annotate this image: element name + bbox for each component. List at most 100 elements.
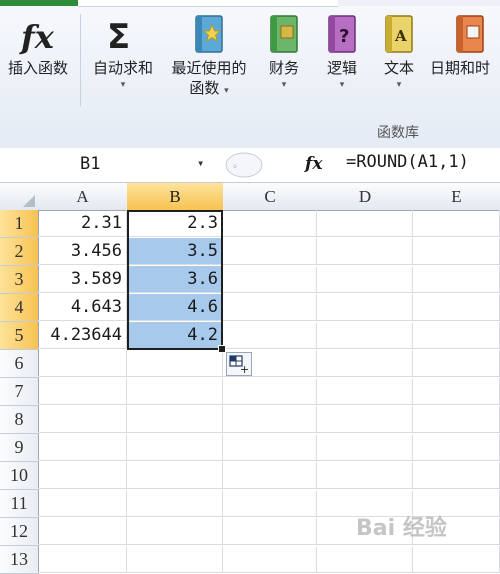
cell-b5[interactable]: 4.2	[127, 322, 223, 349]
cell-e10[interactable]	[413, 462, 500, 489]
file-tab[interactable]	[0, 0, 78, 6]
column-header-e[interactable]: E	[413, 183, 500, 211]
chevron-down-icon: ▾	[120, 80, 126, 90]
column-header-c[interactable]: C	[223, 183, 318, 211]
cell-c12[interactable]	[223, 518, 317, 545]
cell-b12[interactable]	[127, 518, 223, 545]
cell-e13[interactable]	[413, 546, 500, 573]
cell-d8[interactable]	[317, 406, 413, 433]
cell-c9[interactable]	[223, 434, 317, 461]
date-time-functions-button[interactable]: 日期和时	[430, 10, 500, 78]
cell-b8[interactable]	[127, 406, 223, 433]
autosum-button[interactable]: Σ 自动求和 ▾	[84, 10, 162, 92]
cell-d4[interactable]	[317, 294, 413, 321]
cell-e4[interactable]	[413, 294, 500, 321]
column-header-d[interactable]: D	[317, 183, 414, 211]
cell-d13[interactable]	[317, 546, 413, 573]
cell-d1[interactable]	[317, 210, 413, 237]
cell-c1[interactable]	[223, 210, 317, 237]
row-header-13[interactable]: 13	[0, 546, 39, 574]
cell-e1[interactable]	[413, 210, 500, 237]
logical-functions-button[interactable]: ? 逻辑 ▾	[317, 10, 367, 92]
svg-text:Σ: Σ	[107, 17, 130, 57]
cell-b1[interactable]: 2.3	[127, 210, 223, 237]
cell-c2[interactable]	[223, 238, 317, 265]
cell-c11[interactable]	[223, 490, 317, 517]
row-header-12[interactable]: 12	[0, 518, 39, 546]
cell-a4[interactable]: 4.643	[38, 294, 127, 321]
row-header-2[interactable]: 2	[0, 238, 39, 266]
cell-a12[interactable]	[38, 518, 127, 545]
insert-function-label: 插入函数	[7, 59, 68, 77]
row-header-6[interactable]: 6	[0, 350, 39, 378]
cell-d2[interactable]	[317, 238, 413, 265]
cell-c3[interactable]	[223, 266, 317, 293]
recent-functions-button[interactable]: 最近使用的 函数 ▾	[163, 10, 255, 101]
cell-c4[interactable]	[223, 294, 317, 321]
cell-a13[interactable]	[38, 546, 127, 573]
cell-a10[interactable]	[38, 462, 127, 489]
cell-b4[interactable]: 4.6	[127, 294, 223, 321]
cell-e7[interactable]	[413, 378, 500, 405]
cell-b11[interactable]	[127, 490, 223, 517]
cell-a7[interactable]	[38, 378, 127, 405]
fill-handle[interactable]	[218, 345, 226, 353]
cell-e5[interactable]	[413, 322, 500, 349]
cell-e9[interactable]	[413, 434, 500, 461]
row-header-3[interactable]: 3	[0, 266, 39, 294]
cell-d6[interactable]	[317, 350, 413, 377]
cell-a11[interactable]	[38, 490, 127, 517]
row-header-1[interactable]: 1	[0, 210, 39, 238]
text-functions-button[interactable]: A 文本 ▾	[374, 10, 424, 92]
cell-d10[interactable]	[317, 462, 413, 489]
watermark-text: Bai 经验	[356, 516, 447, 541]
row-header-11[interactable]: 11	[0, 490, 39, 518]
cell-b9[interactable]	[127, 434, 223, 461]
row-header-7[interactable]: 7	[0, 378, 39, 406]
cell-a3[interactable]: 3.589	[38, 266, 127, 293]
row-header-4[interactable]: 4	[0, 294, 39, 322]
cell-c8[interactable]	[223, 406, 317, 433]
column-header-a[interactable]: A	[38, 183, 128, 211]
formula-input[interactable]: =ROUND(A1,1)	[346, 152, 469, 172]
row-header-5[interactable]: 5	[0, 322, 39, 350]
cell-b3[interactable]: 3.6	[127, 266, 223, 293]
cell-d5[interactable]	[317, 322, 413, 349]
cell-d3[interactable]	[317, 266, 413, 293]
cell-b13[interactable]	[127, 546, 223, 573]
cell-e2[interactable]	[413, 238, 500, 265]
cell-a5[interactable]: 4.23644	[38, 322, 127, 349]
row-header-9[interactable]: 9	[0, 434, 39, 462]
cell-d7[interactable]	[317, 378, 413, 405]
cell-a2[interactable]: 3.456	[38, 238, 127, 265]
column-header-b[interactable]: B	[127, 183, 224, 211]
auto-fill-options-button[interactable]: +	[226, 352, 252, 376]
active-tab[interactable]	[78, 0, 338, 7]
cell-e8[interactable]	[413, 406, 500, 433]
cell-a1[interactable]: 2.31	[38, 210, 127, 237]
cell-e6[interactable]	[413, 350, 500, 377]
cell-b7[interactable]	[127, 378, 223, 405]
cell-b10[interactable]	[127, 462, 223, 489]
cell-b6[interactable]	[127, 350, 223, 377]
cell-b2[interactable]: 3.5	[127, 238, 223, 265]
formula-bar-handle[interactable]: ◦	[214, 150, 304, 180]
svg-text:?: ?	[339, 26, 349, 47]
cell-a6[interactable]	[38, 350, 127, 377]
insert-function-button[interactable]: fx 插入函数	[0, 10, 76, 78]
row-header-8[interactable]: 8	[0, 406, 39, 434]
insert-function-fx-icon[interactable]: fx	[305, 154, 322, 174]
cell-c10[interactable]	[223, 462, 317, 489]
cell-c5[interactable]	[223, 322, 317, 349]
cell-c7[interactable]	[223, 378, 317, 405]
select-all-corner[interactable]	[0, 183, 39, 211]
name-box[interactable]: B1 ▾	[0, 154, 239, 176]
cell-c13[interactable]	[223, 546, 317, 573]
row-header-10[interactable]: 10	[0, 462, 39, 490]
cell-a9[interactable]	[38, 434, 127, 461]
cell-e3[interactable]	[413, 266, 500, 293]
cell-a8[interactable]	[38, 406, 127, 433]
financial-functions-button[interactable]: 财务 ▾	[259, 10, 309, 92]
chevron-down-icon[interactable]: ▾	[197, 156, 204, 170]
cell-d9[interactable]	[317, 434, 413, 461]
